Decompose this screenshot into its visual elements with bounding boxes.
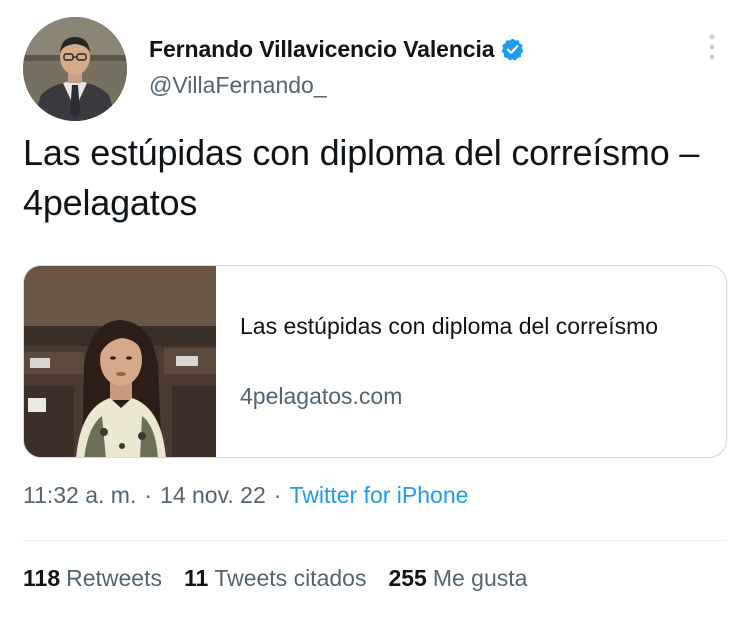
- engagement-stats: 118 Retweets 11 Tweets citados 255 Me gusta: [23, 565, 549, 592]
- tweet-source-link[interactable]: Twitter for iPhone: [289, 482, 468, 509]
- tweet-time[interactable]: 11:32 a. m.: [23, 482, 136, 509]
- retweets-stat[interactable]: 118 Retweets: [23, 565, 162, 592]
- divider: [23, 540, 727, 541]
- likes-count: 255: [388, 565, 427, 591]
- tweet-date[interactable]: 14 nov. 22: [160, 482, 266, 509]
- retweets-count: 118: [23, 565, 61, 591]
- likes-label: Me gusta: [432, 565, 528, 591]
- tweet-text: Las estúpidas con diploma del correísmo …: [23, 132, 700, 223]
- likes-stat[interactable]: 255 Me gusta: [388, 565, 527, 592]
- avatar[interactable]: [23, 17, 127, 121]
- article-photo-icon: [24, 266, 216, 457]
- retweets-label: Retweets: [66, 565, 162, 591]
- meta-separator: ·: [144, 482, 153, 508]
- tweet: Fernando Villavicencio Valencia @VillaFe…: [0, 0, 750, 617]
- meta-separator: ·: [273, 482, 282, 508]
- more-options-icon[interactable]: [700, 30, 724, 64]
- profile-photo-icon: [23, 17, 127, 121]
- tweet-meta: 11:32 a. m. · 14 nov. 22 · Twitter for i…: [23, 482, 468, 509]
- author-name-row: Fernando Villavicencio Valencia: [149, 32, 525, 66]
- quote-tweets-label: Tweets citados: [214, 565, 367, 591]
- card-thumbnail: [24, 266, 216, 457]
- card-title: Las estúpidas con diploma del correísmo: [240, 313, 659, 339]
- display-name[interactable]: Fernando Villavicencio Valencia: [149, 36, 495, 63]
- card-domain: 4pelagatos.com: [240, 383, 403, 409]
- quote-tweets-stat[interactable]: 11 Tweets citados: [184, 565, 366, 592]
- verified-badge-icon: [500, 37, 525, 62]
- author-handle[interactable]: @VillaFernando_: [149, 72, 327, 99]
- quote-tweets-count: 11: [183, 565, 209, 591]
- link-card[interactable]: Las estúpidas con diploma del correísmo …: [23, 265, 727, 458]
